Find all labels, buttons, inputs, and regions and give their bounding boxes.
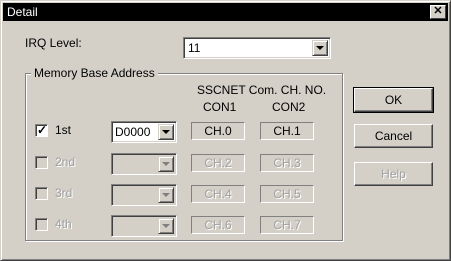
row-3rd-label: 3rd xyxy=(55,186,73,200)
con1-header: CON1 xyxy=(203,100,237,114)
row-2nd-checkbox[interactable] xyxy=(35,156,48,169)
close-button[interactable]: ✕ xyxy=(430,5,446,19)
chevron-down-icon[interactable] xyxy=(158,187,174,203)
row-2nd-con1: CH.2 xyxy=(191,154,245,172)
row-4th-con1: CH.6 xyxy=(191,216,245,234)
irq-level-select[interactable]: 11 xyxy=(183,37,331,59)
checkmark-icon: ✓ xyxy=(37,123,48,137)
cancel-button[interactable]: Cancel xyxy=(354,124,433,148)
row-3rd-con1: CH.4 xyxy=(191,185,245,203)
ok-button[interactable]: OK xyxy=(353,87,434,113)
close-icon: ✕ xyxy=(433,5,443,17)
window-title: Detail xyxy=(7,5,38,19)
row-1st-label: 1st xyxy=(55,123,72,137)
row-1st-checkbox[interactable]: ✓ xyxy=(35,123,48,137)
row-1st-con1: CH.0 xyxy=(191,122,245,140)
sscnet-header: SSCNET Com. CH. NO. xyxy=(197,83,327,97)
row-1st-con2: CH.1 xyxy=(260,122,314,140)
row-4th-address-select[interactable] xyxy=(111,215,177,237)
row-3rd-address-select[interactable] xyxy=(111,184,177,206)
row-2nd-label: 2nd xyxy=(55,155,76,169)
row-3rd-con2: CH.5 xyxy=(260,185,314,203)
help-button[interactable]: Help xyxy=(354,162,433,186)
title-bar[interactable]: Detail ✕ xyxy=(3,3,448,21)
row-3rd-checkbox[interactable] xyxy=(35,187,48,200)
chevron-down-icon[interactable] xyxy=(158,124,174,140)
chevron-down-icon[interactable] xyxy=(312,40,328,56)
memory-base-address-label: Memory Base Address xyxy=(31,66,158,80)
chevron-down-icon[interactable] xyxy=(158,156,174,172)
irq-level-value: 11 xyxy=(188,41,201,55)
row-1st-address-select[interactable]: D0000 xyxy=(111,121,177,143)
irq-level-label: IRQ Level: xyxy=(25,36,82,50)
chevron-down-icon[interactable] xyxy=(158,218,174,234)
row-1st-address-value: D0000 xyxy=(115,125,151,139)
detail-dialog: Detail ✕ IRQ Level: 11 Memory Base Addre… xyxy=(0,0,451,261)
row-2nd-con2: CH.3 xyxy=(260,154,314,172)
row-4th-checkbox[interactable] xyxy=(35,218,48,231)
row-4th-label: 4th xyxy=(55,217,72,231)
row-2nd-address-select[interactable] xyxy=(111,153,177,175)
con2-header: CON2 xyxy=(272,100,306,114)
row-4th-con2: CH.7 xyxy=(260,216,314,234)
